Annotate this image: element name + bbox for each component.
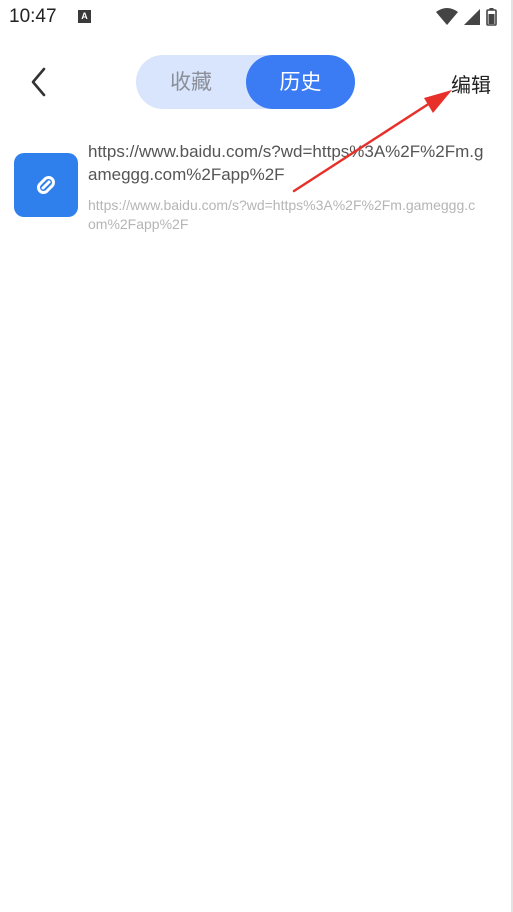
wifi-icon (436, 8, 458, 25)
signal-icon (464, 9, 480, 25)
link-icon (37, 176, 55, 194)
edit-button[interactable]: 编辑 (451, 69, 491, 98)
back-button[interactable] (24, 64, 56, 100)
status-time: 10:47 (9, 6, 57, 27)
tab-history[interactable]: 历史 (246, 55, 355, 109)
battery-icon (486, 8, 497, 26)
tab-favorites[interactable]: 收藏 (136, 55, 246, 109)
a-notification-icon: A (78, 10, 91, 23)
chevron-left-icon (31, 67, 46, 97)
link-tile (14, 153, 78, 217)
status-icons (435, 7, 501, 27)
tab-switcher: 收藏 历史 (136, 55, 355, 109)
history-item-title: https://www.baidu.com/s?wd=https%3A%2F%2… (88, 142, 484, 184)
history-item-url: https://www.baidu.com/s?wd=https%3A%2F%2… (88, 197, 476, 232)
list-item[interactable]: https://www.baidu.com/s?wd=https%3A%2F%2… (0, 136, 513, 242)
status-bar: 10:47 A (0, 0, 513, 36)
